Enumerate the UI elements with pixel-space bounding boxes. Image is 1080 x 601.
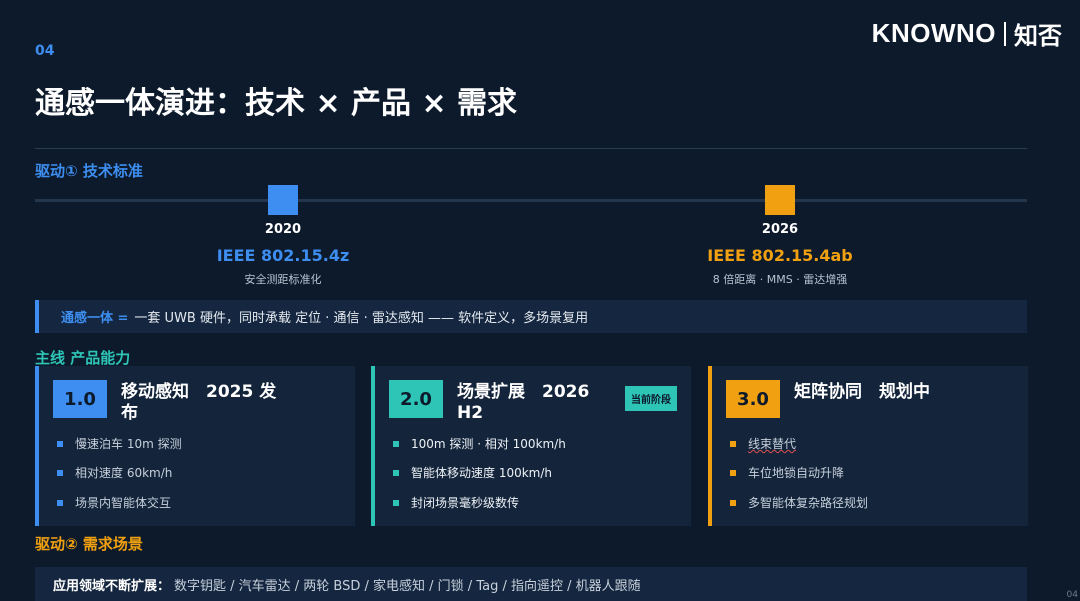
feature-item: 慢速泊车 10m 探测 bbox=[57, 435, 182, 452]
bullet-icon bbox=[730, 499, 736, 506]
page-number: 04 bbox=[1066, 590, 1078, 600]
section-number: 04 bbox=[35, 43, 55, 59]
milestone-2026-marker bbox=[765, 185, 795, 215]
feature-item: 多智能体复杂路径规划 bbox=[730, 494, 868, 511]
milestone-2026-standard: IEEE 802.15.4ab bbox=[707, 246, 853, 265]
feature-item: 线束替代 bbox=[730, 435, 796, 452]
bullet-icon bbox=[57, 469, 63, 476]
bullet-icon bbox=[730, 440, 736, 447]
mainline-label: 主线 产品能力 bbox=[35, 349, 131, 367]
feature-item: 智能体移动速度 100km/h bbox=[393, 464, 552, 481]
current-stage-badge: 当前阶段 bbox=[625, 386, 677, 411]
bullet-icon bbox=[393, 499, 399, 506]
milestone-2020-standard: IEEE 802.15.4z bbox=[216, 246, 350, 265]
demand-lead: 应用领域不断扩展： bbox=[53, 578, 171, 594]
bullet-icon bbox=[730, 469, 736, 476]
callout-text: 一套 UWB 硬件，同时承载 定位 · 通信 · 雷达感知 —— 软件定义，多场… bbox=[134, 311, 589, 326]
drive1-label: 驱动① 技术标准 bbox=[35, 162, 143, 180]
version-badge: 2.0 bbox=[389, 380, 443, 418]
card-title: 移动感知 2025 发布 bbox=[121, 382, 277, 423]
bullet-icon bbox=[57, 499, 63, 506]
milestone-2026-note: 8 倍距离 · MMS · 雷达增强 bbox=[712, 273, 848, 286]
drive2-label: 驱动② 需求场景 bbox=[35, 535, 143, 553]
milestone-2020-year: 2020 bbox=[264, 222, 302, 237]
brand-logo: KNOWNO 知否 bbox=[872, 16, 1062, 51]
product-card-1: 1.0 移动感知 2025 发布 慢速泊车 10m 探测 相对速度 60km/h… bbox=[35, 366, 355, 526]
bullet-icon bbox=[57, 440, 63, 447]
product-card-2: 2.0 场景扩展 2026 H2 当前阶段 100m 探测 · 相对 100km… bbox=[371, 366, 691, 526]
milestone-2020-note: 安全测距标准化 bbox=[244, 273, 322, 286]
milestone-2020-marker bbox=[268, 185, 298, 215]
version-badge: 1.0 bbox=[53, 380, 107, 418]
logo-divider bbox=[1004, 21, 1006, 46]
feature-item: 相对速度 60km/h bbox=[57, 464, 172, 481]
product-card-3: 3.0 矩阵协同 规划中 线束替代 车位地锁自动升降 多智能体复杂路径规划 bbox=[708, 366, 1028, 526]
bullet-icon bbox=[393, 469, 399, 476]
milestone-2026-year: 2026 bbox=[761, 222, 799, 237]
bullet-icon bbox=[393, 440, 399, 447]
page-title: 通感一体演进：技术 × 产品 × 需求 bbox=[35, 86, 518, 121]
card-title: 场景扩展 2026 H2 bbox=[457, 382, 590, 423]
logo-text-en: KNOWNO bbox=[871, 18, 996, 48]
logo-text-cn: 知否 bbox=[1014, 22, 1062, 50]
feature-item: 场景内智能体交互 bbox=[57, 494, 171, 511]
callout-key: 通感一体 = bbox=[61, 311, 129, 326]
feature-item: 封闭场景毫秒级数传 bbox=[393, 494, 519, 511]
timeline-line bbox=[35, 199, 1027, 202]
feature-item: 车位地锁自动升降 bbox=[730, 464, 844, 481]
title-divider bbox=[35, 148, 1027, 149]
version-badge: 3.0 bbox=[726, 380, 780, 418]
feature-item: 100m 探测 · 相对 100km/h bbox=[393, 435, 566, 452]
demand-scenarios-bar: 应用领域不断扩展： 数字钥匙 / 汽车雷达 / 两轮 BSD / 家电感知 / … bbox=[35, 567, 1027, 601]
card-title: 矩阵协同 规划中 bbox=[794, 382, 930, 402]
definition-callout: 通感一体 = 一套 UWB 硬件，同时承载 定位 · 通信 · 雷达感知 —— … bbox=[35, 300, 1027, 333]
demand-text: 数字钥匙 / 汽车雷达 / 两轮 BSD / 家电感知 / 门锁 / Tag /… bbox=[174, 578, 641, 594]
